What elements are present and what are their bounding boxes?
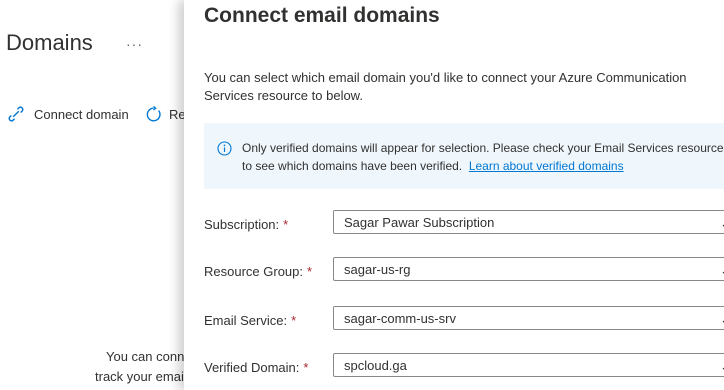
subscription-dropdown[interactable]: Sagar Pawar Subscription — [333, 210, 724, 234]
page-title: Domains — [6, 30, 93, 55]
verified-domain-label-text: Verified Domain: — [204, 360, 300, 375]
required-marker: * — [303, 360, 309, 375]
resource-group-value: sagar-us-rg — [344, 262, 411, 277]
email-service-dropdown[interactable]: sagar-comm-us-srv — [333, 306, 724, 330]
info-icon — [217, 141, 232, 161]
more-options-button[interactable]: ··· — [126, 36, 143, 52]
empty-state-line-1: You can conn — [106, 349, 185, 364]
connect-email-domains-panel: Connect email domains You can select whi… — [184, 0, 724, 390]
info-message-bar: Only verified domains will appear for se… — [204, 123, 724, 189]
required-marker: * — [307, 264, 313, 279]
panel-description: You can select which email domain you'd … — [204, 70, 687, 103]
info-message-line-2-text: to see which domains have been verified. — [242, 159, 463, 173]
refresh-icon — [145, 106, 162, 123]
verified-domain-label: Verified Domain: * — [204, 360, 308, 375]
connect-domain-label: Connect domain — [34, 106, 129, 122]
verified-domain-dropdown[interactable]: spcloud.ga — [333, 353, 724, 377]
verified-domain-value: spcloud.ga — [344, 358, 407, 373]
resource-group-label: Resource Group: * — [204, 264, 312, 279]
connect-domain-button[interactable]: Connect domain — [8, 106, 129, 122]
email-service-label: Email Service: * — [204, 313, 296, 328]
subscription-value: Sagar Pawar Subscription — [344, 215, 495, 230]
learn-about-verified-domains-link[interactable]: Learn about verified domains — [469, 159, 624, 173]
info-message-line-2: to see which domains have been verified.… — [242, 157, 724, 175]
required-marker: * — [291, 313, 297, 328]
email-service-value: sagar-comm-us-srv — [344, 311, 456, 326]
info-message-line-1: Only verified domains will appear for se… — [242, 141, 724, 155]
empty-state-line-2: track your emai — [95, 369, 184, 384]
resource-group-dropdown[interactable]: sagar-us-rg — [333, 257, 724, 281]
panel-title: Connect email domains — [204, 4, 440, 27]
subscription-label-text: Subscription: — [204, 217, 280, 232]
required-marker: * — [283, 217, 289, 232]
subscription-label: Subscription: * — [204, 217, 288, 232]
refresh-button[interactable]: Re — [145, 106, 186, 123]
link-icon — [8, 106, 24, 122]
resource-group-label-text: Resource Group: — [204, 264, 303, 279]
email-service-label-text: Email Service: — [204, 313, 288, 328]
info-message-text: Only verified domains will appear for se… — [242, 139, 724, 175]
